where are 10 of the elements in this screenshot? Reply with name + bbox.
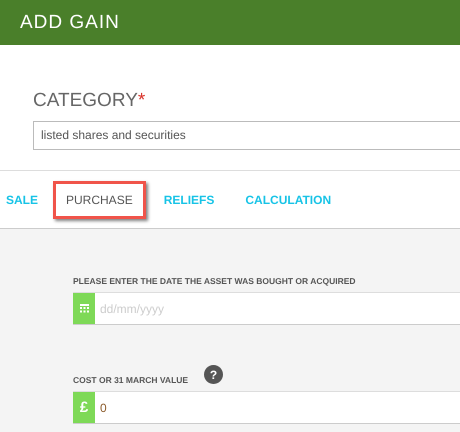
field-label: COST OR 31 MARCH VALUE — [73, 375, 188, 385]
currency-symbol: £ — [73, 392, 95, 423]
calendar-icon — [80, 304, 88, 313]
category-select[interactable]: listed shares and securities — [33, 121, 460, 150]
field-label: PLEASE ENTER THE DATE THE ASSET WAS BOUGHT OR ACQUIRED — [73, 276, 356, 286]
page-title: ADD GAIN — [20, 12, 120, 34]
tab[interactable]: PURCHASE — [53, 180, 146, 218]
amount-field[interactable]: 0 — [95, 392, 460, 423]
help-icon[interactable]: ? — [204, 365, 224, 384]
category-label: CATEGORY* — [33, 90, 146, 112]
